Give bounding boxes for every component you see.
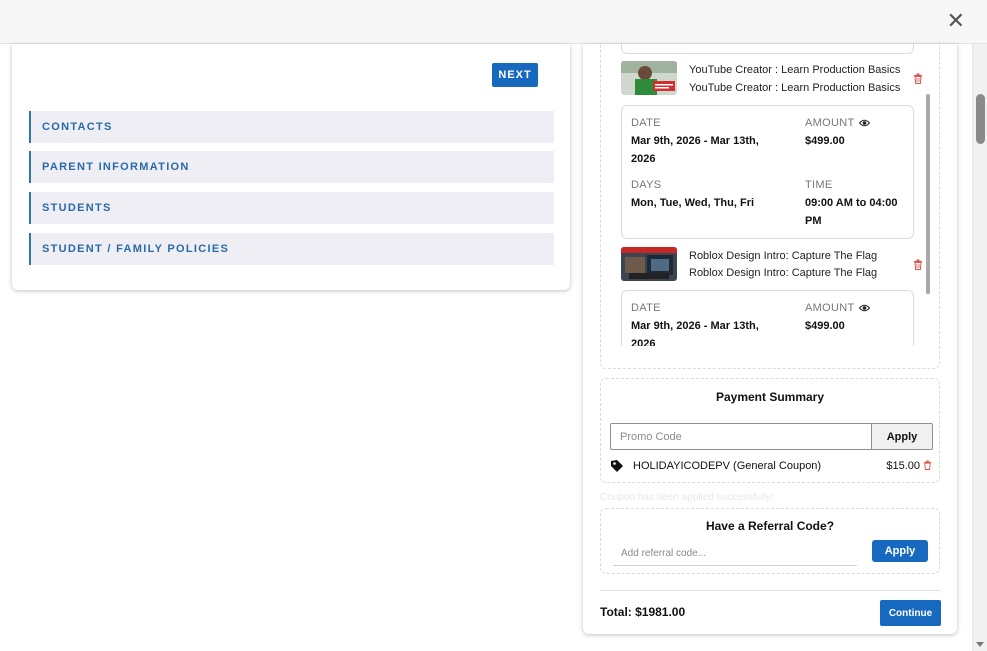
referral-title: Have a Referral Code?	[705, 519, 835, 533]
date-label: DATE	[631, 302, 661, 314]
coupon-amount: $15.00	[886, 460, 920, 472]
section-student-family-policies[interactable]: STUDENT / FAMILY POLICIES	[29, 233, 554, 265]
tag-icon	[611, 460, 623, 472]
section-students[interactable]: STUDENTS	[29, 192, 554, 224]
coupon-success-message: Coupon has been applied successfully!	[600, 492, 774, 503]
cart-item-title: Roblox Design Intro: Capture The Flag	[689, 250, 878, 262]
modal-header: ✕	[0, 0, 987, 44]
cart-panel: YouTube Creator : Learn Production Basic…	[583, 42, 957, 634]
date-label: DATE	[631, 117, 661, 129]
next-button[interactable]: NEXT	[492, 63, 538, 87]
cart-item-header: YouTube Creator : Learn Production Basic…	[621, 61, 923, 97]
cart-items-scrollbar-thumb[interactable]	[926, 94, 930, 294]
footer-divider	[600, 590, 940, 591]
page-scrollbar-thumb[interactable]	[976, 94, 985, 144]
roblox-design-thumbnail	[621, 247, 677, 281]
previous-item-card	[621, 44, 914, 54]
date-value: Mar 9th, 2026 - Mar 13th,	[631, 135, 759, 147]
payment-summary: Payment Summary Apply HOLIDAYICODEPV (Ge…	[600, 378, 940, 483]
close-icon[interactable]: ✕	[947, 9, 965, 34]
page-scrollbar[interactable]	[972, 44, 987, 651]
eye-icon[interactable]	[859, 304, 870, 312]
continue-button[interactable]: Continue	[880, 600, 941, 626]
amount-label: AMOUNT	[805, 302, 855, 314]
scroll-down-arrow-icon[interactable]	[976, 642, 984, 647]
eye-icon[interactable]	[859, 119, 870, 127]
cart-item-header: Roblox Design Intro: Capture The Flag Ro…	[621, 247, 923, 283]
registration-form-panel: NEXT CONTACTS PARENT INFORMATION STUDENT…	[12, 44, 570, 290]
cart-item-details: DATE Mar 9th, 2026 - Mar 13th, 2026 AMOU…	[621, 105, 914, 239]
cart-item-details: DATE Mar 9th, 2026 - Mar 13th, 2026 AMOU…	[621, 290, 914, 346]
section-contacts[interactable]: CONTACTS	[29, 111, 554, 143]
order-total: Total: $1981.00	[600, 605, 686, 619]
time-value: 09:00 AM to 04:00	[805, 197, 898, 209]
time-value-suffix: PM	[805, 215, 822, 227]
remove-coupon-icon[interactable]	[923, 460, 932, 470]
date-value-year: 2026	[631, 153, 656, 165]
delete-item-icon[interactable]	[913, 259, 923, 270]
promo-apply-button[interactable]: Apply	[871, 423, 933, 450]
cart-item-subtitle: YouTube Creator : Learn Production Basic…	[689, 82, 901, 94]
amount-value: $499.00	[805, 135, 845, 147]
cart-item-title: YouTube Creator : Learn Production Basic…	[689, 64, 901, 76]
time-label: TIME	[805, 179, 833, 191]
payment-summary-title: Payment Summary	[715, 390, 825, 404]
promo-code-input[interactable]	[610, 423, 872, 450]
days-value: Mon, Tue, Wed, Thu, Fri	[631, 197, 755, 209]
referral-code-input[interactable]	[613, 542, 857, 566]
amount-label: AMOUNT	[805, 117, 855, 129]
amount-value: $499.00	[805, 320, 845, 332]
cart-items-scroll-area[interactable]: YouTube Creator : Learn Production Basic…	[611, 44, 933, 346]
cart-item-subtitle: Roblox Design Intro: Capture The Flag	[689, 267, 878, 279]
youtube-creator-thumbnail	[621, 61, 677, 95]
delete-item-icon[interactable]	[913, 73, 923, 84]
applied-coupon: HOLIDAYICODEPV (General Coupon) $15.00	[610, 459, 932, 475]
date-value: Mar 9th, 2026 - Mar 13th,	[631, 320, 759, 332]
referral-section: Have a Referral Code? Apply	[600, 508, 940, 574]
coupon-name: HOLIDAYICODEPV (General Coupon)	[633, 460, 822, 472]
date-value-year: 2026	[631, 338, 656, 346]
section-parent-information[interactable]: PARENT INFORMATION	[29, 151, 554, 183]
days-label: DAYS	[631, 179, 662, 191]
referral-apply-button[interactable]: Apply	[872, 540, 928, 562]
